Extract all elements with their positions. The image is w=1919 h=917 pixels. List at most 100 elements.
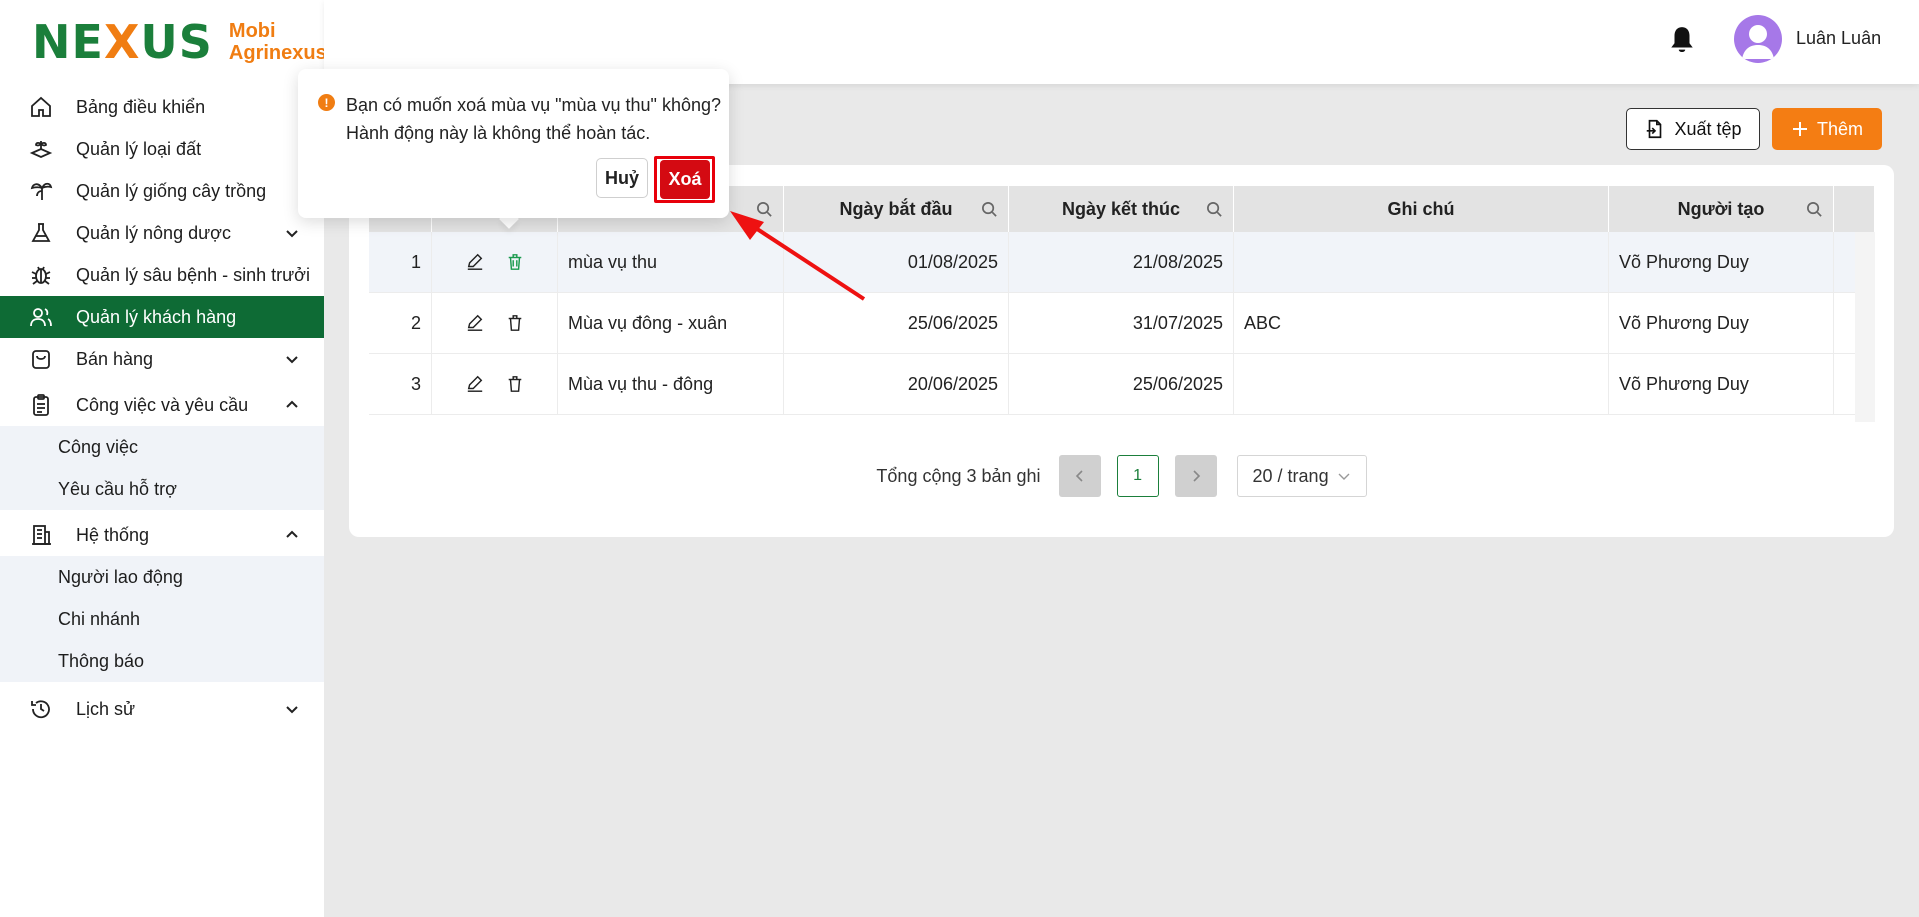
cell-start: 20/06/2025: [784, 354, 1009, 414]
page-number[interactable]: 1: [1116, 455, 1159, 497]
sidebar-item-label: Quản lý nông dược: [76, 222, 231, 243]
sidebar-item-pest[interactable]: Quản lý sâu bệnh - sinh trưởi: [0, 254, 324, 296]
cell-name: Mùa vụ thu - đông: [558, 354, 784, 414]
column-header-label: Ghi chú: [1387, 198, 1455, 219]
cell-index: 3: [369, 354, 432, 414]
chevron-up-icon: [286, 400, 298, 408]
sidebar-item-plant[interactable]: Quản lý giống cây trồng: [0, 170, 324, 212]
vertical-scrollbar[interactable]: [1855, 232, 1875, 422]
cell-note: [1234, 232, 1609, 292]
sidebar-item-history[interactable]: Lịch sử: [0, 688, 324, 730]
clipboard-icon: [28, 392, 54, 418]
sidebar-nav: Bảng điều khiển Quản lý loại đất Quản lý…: [0, 86, 324, 730]
export-button-label: Xuất tệp: [1674, 118, 1742, 139]
sidebar-subitem-branches[interactable]: Chi nhánh: [0, 598, 324, 640]
chevron-left-icon: [1075, 470, 1083, 482]
th-creator: Người tạo: [1609, 186, 1834, 232]
cell-index: 1: [369, 232, 432, 292]
search-icon[interactable]: [981, 201, 998, 218]
sidebar-subitem-workers[interactable]: Người lao động: [0, 556, 324, 598]
table-row[interactable]: 1 mùa vụ thu 01/08/2025 21/08/2025 Võ Ph…: [369, 232, 1859, 293]
chevron-down-icon: [286, 706, 298, 714]
bell-icon[interactable]: [1669, 25, 1695, 55]
users-icon: [28, 304, 54, 330]
sidebar-item-system[interactable]: Hệ thống: [0, 514, 324, 556]
flask-icon: [28, 220, 54, 246]
popconfirm-line-2: Hành động này là không thể hoàn tác.: [346, 123, 651, 143]
sidebar-subitem-notifications[interactable]: Thông báo: [0, 640, 324, 682]
cell-end: 31/07/2025: [1009, 293, 1234, 353]
sidebar-item-label: Công việc và yêu cầu: [76, 394, 249, 415]
sidebar-item-customers[interactable]: Quản lý khách hàng: [0, 296, 324, 338]
chevron-down-icon: [286, 230, 298, 238]
plus-icon: [1792, 122, 1807, 136]
cell-name: mùa vụ thu: [558, 232, 784, 292]
cell-creator: Võ Phương Duy: [1609, 354, 1834, 414]
page-size-value: 20 / trang: [1252, 465, 1329, 486]
username[interactable]: Luân Luân: [1796, 28, 1881, 49]
sidebar-item-soil[interactable]: Quản lý loại đất: [0, 128, 324, 170]
sidebar-item-sales[interactable]: Bán hàng: [0, 338, 324, 380]
bug-icon: [28, 262, 54, 288]
export-button[interactable]: Xuất tệp: [1626, 108, 1760, 150]
cell-start: 01/08/2025: [784, 232, 1009, 292]
search-icon[interactable]: [1206, 201, 1223, 218]
pagination-total: Tổng cộng 3 bản ghi: [876, 465, 1041, 486]
cell-note: [1234, 354, 1609, 414]
edit-icon[interactable]: [463, 311, 487, 335]
edit-icon[interactable]: [463, 250, 487, 274]
table-row[interactable]: 2 Mùa vụ đông - xuân 25/06/2025 31/07/20…: [369, 293, 1859, 354]
cell-start: 25/06/2025: [784, 293, 1009, 353]
sidebar-item-label: Bảng điều khiển: [76, 96, 206, 117]
table-row[interactable]: 3 Mùa vụ thu - đông 20/06/2025 25/06/202…: [369, 354, 1859, 415]
sidebar-item-label: Quản lý giống cây trồng: [76, 180, 267, 201]
edit-icon[interactable]: [463, 372, 487, 396]
data-table: Ngày bắt đầu Ngày kết thúc Ghi chú Người…: [369, 186, 1875, 424]
sidebar-subitem-tasks[interactable]: Công việc: [0, 426, 324, 468]
delete-popconfirm: ! Bạn có muốn xoá mùa vụ "mùa vụ thu" kh…: [298, 69, 729, 218]
search-icon[interactable]: [756, 201, 773, 218]
sub-menu-system: Người lao động Chi nhánh Thông báo: [0, 556, 324, 682]
user-icon: [1742, 25, 1774, 59]
delete-icon[interactable]: [503, 372, 527, 396]
add-button-label: Thêm: [1816, 118, 1863, 139]
content-card: Ngày bắt đầu Ngày kết thúc Ghi chú Người…: [349, 165, 1894, 537]
chevron-up-icon: [286, 530, 298, 538]
sidebar: NEXUS Mobi Agrinexus Bảng điều khiển Quả…: [0, 0, 327, 917]
sidebar-item-label: Quản lý loại đất: [76, 138, 202, 159]
avatar[interactable]: [1734, 15, 1782, 63]
bag-icon: [28, 346, 54, 372]
logo-line-2: Agrinexus: [228, 42, 327, 64]
next-page-button[interactable]: [1174, 455, 1217, 497]
sidebar-item-label: Hệ thống: [76, 524, 150, 545]
sidebar-item-label: Bán hàng: [76, 348, 154, 369]
chevron-down-icon: [1338, 473, 1350, 480]
logo-line-1: Mobi: [228, 20, 276, 42]
cancel-button[interactable]: Huỷ: [596, 158, 648, 198]
cell-note: ABC: [1234, 293, 1609, 353]
chevron-right-icon: [1192, 470, 1200, 482]
home-icon: [28, 94, 54, 120]
popconfirm-line-1: Bạn có muốn xoá mùa vụ "mùa vụ thu" khôn…: [346, 95, 722, 115]
confirm-delete-button[interactable]: Xoá: [660, 160, 710, 199]
building-icon: [28, 522, 54, 548]
sub-menu-work: Công việc Yêu cầu hỗ trợ: [0, 426, 324, 510]
sidebar-item-label: Quản lý khách hàng: [76, 306, 237, 327]
sidebar-item-pesticide[interactable]: Quản lý nông dược: [0, 212, 324, 254]
delete-icon[interactable]: [503, 250, 527, 274]
prev-page-button[interactable]: [1058, 455, 1101, 497]
th-start-date: Ngày bắt đầu: [784, 186, 1009, 232]
cell-end: 25/06/2025: [1009, 354, 1234, 414]
add-button[interactable]: Thêm: [1772, 108, 1882, 150]
cell-actions: [432, 354, 558, 414]
brand-logo[interactable]: NEXUS Mobi Agrinexus: [32, 14, 327, 70]
sidebar-item-dashboard[interactable]: Bảng điều khiển: [0, 86, 324, 128]
sidebar-subitem-support[interactable]: Yêu cầu hỗ trợ: [0, 468, 324, 510]
cell-actions: [432, 232, 558, 292]
search-icon[interactable]: [1806, 201, 1823, 218]
cell-index: 2: [369, 293, 432, 353]
cell-name: Mùa vụ đông - xuân: [558, 293, 784, 353]
sidebar-item-work[interactable]: Công việc và yêu cầu: [0, 384, 324, 426]
page-size-select[interactable]: 20 / trang: [1236, 455, 1367, 497]
delete-icon[interactable]: [503, 311, 527, 335]
